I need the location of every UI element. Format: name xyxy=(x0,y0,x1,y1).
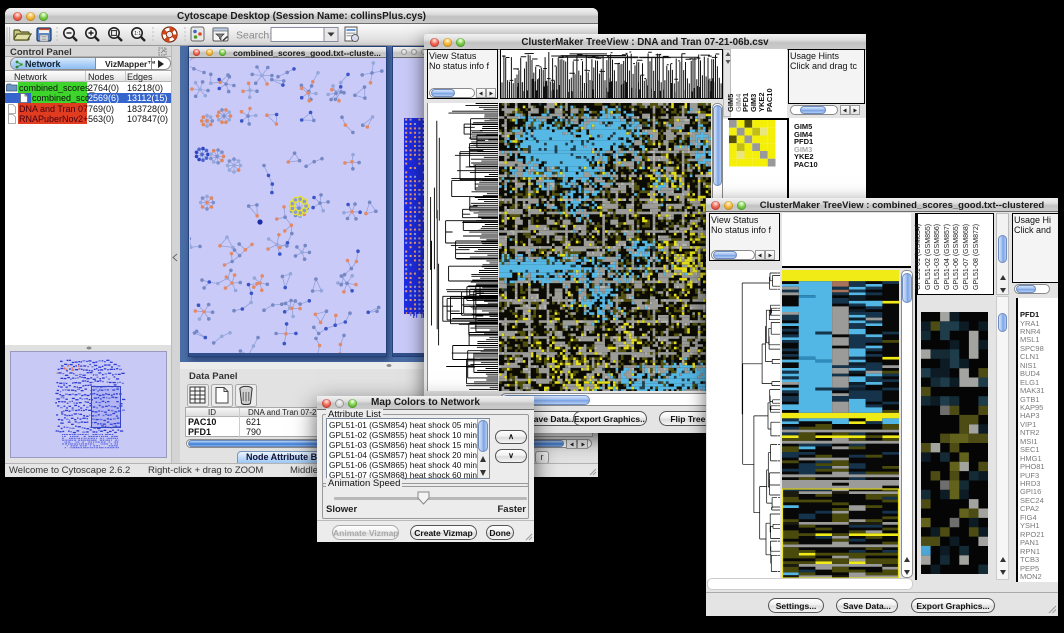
svg-text:1:1: 1:1 xyxy=(134,31,141,37)
svg-text:Search:: Search: xyxy=(236,30,272,42)
